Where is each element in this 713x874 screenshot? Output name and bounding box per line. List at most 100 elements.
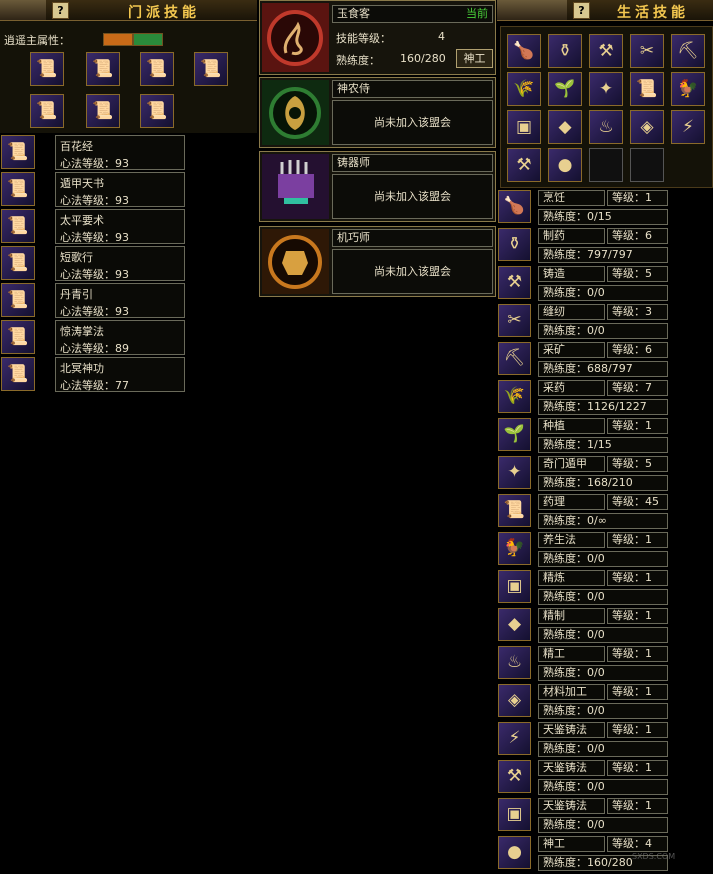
sect-skill-item[interactable]: 北冥神功 心法等级：77 <box>55 357 185 392</box>
anvil-icon[interactable]: ⚒ <box>498 266 531 299</box>
life-skill-level: 等级：1 <box>607 570 668 586</box>
sect-help-button[interactable]: ? <box>52 2 69 19</box>
sect-skill-item[interactable]: 丹青引 心法等级：93 <box>55 283 185 318</box>
cauldron-icon[interactable]: ⚱ <box>548 34 582 68</box>
dragon-icon[interactable]: ♨ <box>589 110 623 144</box>
sect-skill-item[interactable]: 遁甲天书 心法等级：93 <box>55 172 185 207</box>
sect-skill-level: 心法等级：93 <box>60 194 129 207</box>
red-chest-icon-glyph: ◈ <box>507 690 522 710</box>
book-icon[interactable]: 📜 <box>194 52 228 86</box>
rooster-icon-glyph: 🐓 <box>503 538 526 558</box>
orbs-icon[interactable]: ● <box>548 148 582 182</box>
book-icon[interactable]: 📜 <box>86 94 120 128</box>
orbs-icon[interactable]: ● <box>498 836 531 869</box>
life-skill-level: 等级：5 <box>607 266 668 282</box>
red-chest-icon[interactable]: ◈ <box>498 684 531 717</box>
empty-slot-glyph <box>590 149 622 181</box>
book-icon[interactable]: 📜 <box>30 52 64 86</box>
sprout-icon-glyph: 🌱 <box>554 79 576 99</box>
guild-card-yushike[interactable]: 玉食客 当前 技能等级： 4 熟练度： 160/280 神工 <box>259 0 496 75</box>
guild-card-zhuqishi[interactable]: 铸器师 尚未加入该盟会 <box>259 151 496 222</box>
sect-skill-item[interactable]: 太平要术 心法等级：93 <box>55 209 185 244</box>
rooster-icon[interactable]: 🐓 <box>498 532 531 565</box>
pickaxe-icon[interactable]: ⛏ <box>671 34 705 68</box>
life-skill-level: 等级：7 <box>607 380 668 396</box>
dancer-icon[interactable]: ✦ <box>589 72 623 106</box>
book-icon[interactable]: 📜 <box>86 52 120 86</box>
dancer-icon[interactable]: ✦ <box>498 456 531 489</box>
guild-card-shennongshi[interactable]: 神农侍 尚未加入该盟会 <box>259 77 496 148</box>
book-icon-glyph: 📜 <box>7 216 29 236</box>
fire-gem-icon[interactable]: ◆ <box>548 110 582 144</box>
life-skill-name: 神工 <box>538 836 605 852</box>
book-icon[interactable]: 📜 <box>1 172 35 206</box>
book-icon[interactable]: 📜 <box>140 94 174 128</box>
sprout-icon[interactable]: 🌱 <box>548 72 582 106</box>
life-skill-proficiency: 熟练度：0/∞ <box>538 513 668 529</box>
sect-skill-item[interactable]: 短歌行 心法等级：93 <box>55 246 185 281</box>
book-icon[interactable]: 📜 <box>140 52 174 86</box>
guild-title-button[interactable]: 神工 <box>456 49 493 68</box>
fire-gem-icon[interactable]: ◆ <box>498 608 531 641</box>
life-skill-name: 养生法 <box>538 532 605 548</box>
sect-skill-item[interactable]: 百花经 心法等级：93 <box>55 135 185 170</box>
skill-level-value: 4 <box>438 30 445 43</box>
sewing-icon[interactable]: ✂ <box>630 34 664 68</box>
chest-icon-glyph: ▣ <box>515 117 533 137</box>
scroll-icon[interactable]: 📜 <box>630 72 664 106</box>
dragon-icon[interactable]: ♨ <box>498 646 531 679</box>
cauldron-icon-glyph: ⚱ <box>557 41 573 61</box>
book-icon[interactable]: 📜 <box>1 209 35 243</box>
gear-emblem-icon <box>262 229 329 294</box>
sect-skill-name: 百花经 <box>60 140 93 153</box>
life-skill-level: 等级：1 <box>607 684 668 700</box>
roast-chicken-icon[interactable]: 🍗 <box>507 34 541 68</box>
chest-icon[interactable]: ▣ <box>498 798 531 831</box>
sect-skill-name: 短歌行 <box>60 251 93 264</box>
fire-gem-icon-glyph: ◆ <box>558 117 572 137</box>
life-skill-name: 精炼 <box>538 570 605 586</box>
wood-attr-icon <box>133 33 163 46</box>
life-header: ? 生活技能 <box>497 0 713 21</box>
book-icon[interactable]: 📜 <box>1 320 35 354</box>
life-skill-proficiency: 熟练度：0/0 <box>538 323 668 339</box>
chest-icon[interactable]: ▣ <box>498 570 531 603</box>
hammer-icon[interactable]: ⚒ <box>498 760 531 793</box>
book-icon-glyph: 📜 <box>92 59 114 79</box>
sect-skill-name: 北冥神功 <box>60 362 104 375</box>
book-icon-glyph: 📜 <box>7 364 29 384</box>
scroll-icon[interactable]: 📜 <box>498 494 531 527</box>
life-skill-proficiency: 熟练度：797/797 <box>538 247 668 263</box>
guild-card-jiqiaoshi[interactable]: 机巧师 尚未加入该盟会 <box>259 226 496 297</box>
sect-skill-level: 心法等级：89 <box>60 342 129 355</box>
book-icon[interactable]: 📜 <box>1 283 35 317</box>
book-icon[interactable]: 📜 <box>1 357 35 391</box>
empty-slot[interactable] <box>589 148 623 182</box>
blue-anvil-icon[interactable]: ⚡ <box>498 722 531 755</box>
cauldron-icon[interactable]: ⚱ <box>498 228 531 261</box>
sprout-icon[interactable]: 🌱 <box>498 418 531 451</box>
pickaxe-icon[interactable]: ⛏ <box>498 342 531 375</box>
sect-skill-item[interactable]: 惊涛掌法心法等级：89 <box>55 320 185 355</box>
chest-icon[interactable]: ▣ <box>507 110 541 144</box>
empty-slot[interactable] <box>630 148 664 182</box>
red-chest-icon[interactable]: ◈ <box>630 110 664 144</box>
blue-anvil-icon[interactable]: ⚡ <box>671 110 705 144</box>
book-icon[interactable]: 📜 <box>1 135 35 169</box>
book-icon-glyph: 📜 <box>7 327 29 347</box>
hammer-icon[interactable]: ⚒ <box>507 148 541 182</box>
rooster-icon[interactable]: 🐓 <box>671 72 705 106</box>
book-icon[interactable]: 📜 <box>1 246 35 280</box>
book-icon[interactable]: 📜 <box>30 94 64 128</box>
harvest-icon-glyph: 🌾 <box>503 386 526 406</box>
anvil-icon[interactable]: ⚒ <box>589 34 623 68</box>
sect-skill-name: 惊涛掌法 <box>60 325 104 338</box>
life-skill-name: 缝纫 <box>538 304 605 320</box>
harvest-icon[interactable]: 🌾 <box>507 72 541 106</box>
life-skill-name: 采矿 <box>538 342 605 358</box>
life-skill-level: 等级：1 <box>607 190 668 206</box>
harvest-icon[interactable]: 🌾 <box>498 380 531 413</box>
sewing-icon[interactable]: ✂ <box>498 304 531 337</box>
roast-chicken-icon[interactable]: 🍗 <box>498 190 531 223</box>
life-help-button[interactable]: ? <box>573 2 590 19</box>
